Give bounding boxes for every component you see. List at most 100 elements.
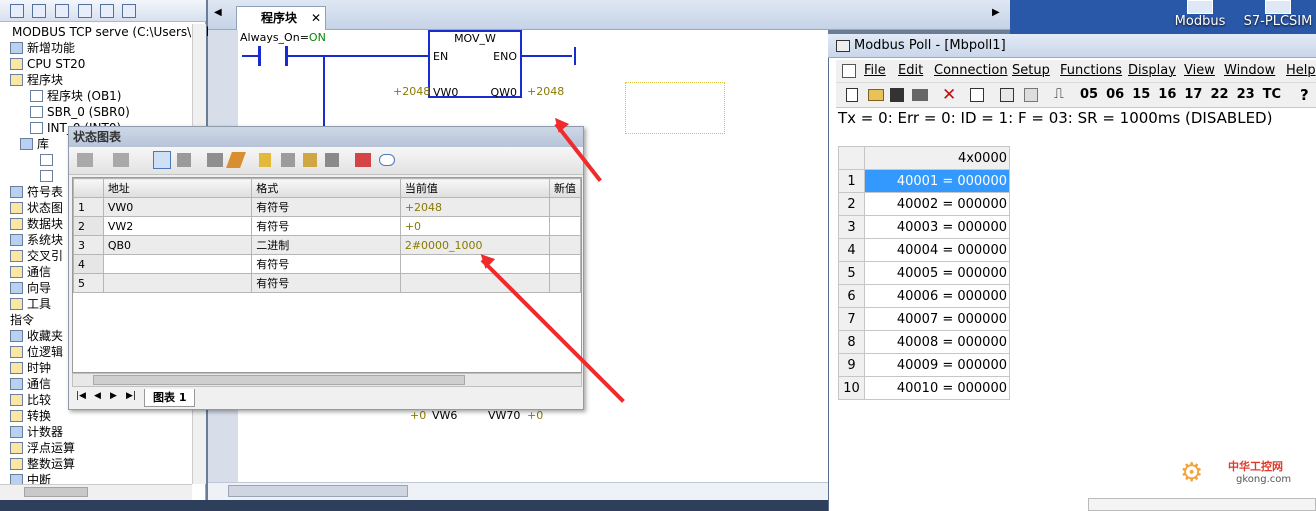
tree-item[interactable]: 通信 <box>10 376 51 392</box>
register-column-header[interactable]: 4x0000 <box>864 146 1010 170</box>
tree-item[interactable]: 程序块 <box>10 72 63 88</box>
register-row[interactable]: 2 40002 = 000000 <box>838 192 1010 216</box>
tree-item[interactable]: CPU ST20 <box>10 56 85 72</box>
tree-item[interactable]: 状态图 <box>10 200 63 216</box>
row-number-cell[interactable]: 4 <box>73 254 104 274</box>
current-value-cell[interactable]: 2#0000_1000 <box>399 235 550 255</box>
tree-horizontal-scrollbar[interactable] <box>0 484 192 500</box>
force-icon[interactable] <box>281 153 295 167</box>
sheet-tab[interactable]: 图表 1 <box>144 389 196 407</box>
monitor-toggle-icon[interactable] <box>153 151 171 169</box>
format-cell[interactable]: 二进制 <box>251 235 401 255</box>
register-value-cell[interactable]: 40008 = 000000 <box>864 330 1010 354</box>
address-cell[interactable] <box>102 254 253 274</box>
tree-item[interactable]: 工具 <box>10 296 51 312</box>
address-cell[interactable] <box>102 273 253 293</box>
tab-scroll-left-icon[interactable]: ◀ <box>214 7 222 18</box>
register-row-number[interactable]: 2 <box>838 192 865 216</box>
row-number-cell[interactable]: 1 <box>73 197 104 217</box>
menu-setup[interactable]: Setup <box>1012 60 1050 82</box>
editor-hscroll-thumb[interactable] <box>228 485 408 497</box>
tree-item[interactable]: 程序块 (OB1) <box>30 88 122 104</box>
register-row-number[interactable]: 8 <box>838 330 865 354</box>
comm-icon[interactable] <box>1000 88 1014 102</box>
row-number-cell[interactable]: 2 <box>73 216 104 236</box>
menu-view[interactable]: View <box>1184 60 1215 82</box>
register-row[interactable]: 3 40003 = 000000 <box>838 215 1010 239</box>
register-row[interactable]: 7 40007 = 000000 <box>838 307 1010 331</box>
register-value-cell[interactable]: 40001 = 000000 <box>864 169 1010 193</box>
disconnect-icon[interactable]: ✕ <box>942 85 956 105</box>
menu-connection[interactable]: Connection <box>934 60 1008 82</box>
row-number-cell[interactable]: 3 <box>73 235 104 255</box>
menu-display[interactable]: Display <box>1128 60 1176 82</box>
function-code-button[interactable]: 05 <box>1080 87 1098 102</box>
tree-item[interactable]: 数据块 <box>10 216 63 232</box>
register-value-cell[interactable]: 40003 = 000000 <box>864 215 1010 239</box>
pencil-icon[interactable] <box>226 152 246 168</box>
address-cell[interactable]: VW2 <box>102 216 253 236</box>
doc-menu-icon[interactable] <box>842 64 856 78</box>
function-code-button[interactable]: 22 <box>1210 87 1228 102</box>
status-chart-row[interactable]: 3 QB0 二进制 2#0000_1000 <box>73 235 582 255</box>
register-row-number[interactable]: 10 <box>838 376 865 400</box>
tab-scroll-right-icon[interactable]: ▶ <box>992 7 1000 18</box>
register-value-cell[interactable]: 40004 = 000000 <box>864 238 1010 262</box>
tree-item[interactable]: SBR_0 (SBR0) <box>30 104 130 120</box>
tree-item[interactable]: 转换 <box>10 408 51 424</box>
current-value-cell[interactable]: +0 <box>399 216 550 236</box>
register-value-cell[interactable]: 40002 = 000000 <box>864 192 1010 216</box>
new-value-cell[interactable] <box>548 235 582 255</box>
tree-item[interactable]: 收藏夹 <box>10 328 63 344</box>
register-row[interactable]: 5 40005 = 000000 <box>838 261 1010 285</box>
register-value-cell[interactable]: 40006 = 000000 <box>864 284 1010 308</box>
new-icon[interactable] <box>846 88 858 102</box>
function-code-button[interactable]: 15 <box>1132 87 1150 102</box>
register-row[interactable]: 6 40006 = 000000 <box>838 284 1010 308</box>
tree-item[interactable]: 交叉引 <box>10 248 63 264</box>
tree-item[interactable]: 系统块 <box>10 232 63 248</box>
register-row-number[interactable]: 6 <box>838 284 865 308</box>
tree-item[interactable] <box>40 152 57 168</box>
tree-item[interactable]: 比较 <box>10 392 51 408</box>
tree-hscroll-thumb[interactable] <box>24 487 88 497</box>
close-icon[interactable]: ✕ <box>311 7 321 29</box>
pause-icon[interactable] <box>177 153 191 167</box>
binoculars-icon[interactable] <box>207 153 223 167</box>
tree-item[interactable] <box>40 168 57 184</box>
register-value-cell[interactable]: 40007 = 000000 <box>864 307 1010 331</box>
register-row[interactable]: 8 40008 = 000000 <box>838 330 1010 354</box>
tree-item[interactable]: 通信 <box>10 264 51 280</box>
open-icon[interactable] <box>868 89 884 101</box>
tree-item[interactable]: 新增功能 <box>10 40 75 56</box>
format-cell[interactable]: 有符号 <box>251 197 401 217</box>
tree-item[interactable]: 时钟 <box>10 360 51 376</box>
window-icon[interactable] <box>970 88 984 102</box>
register-row[interactable]: 1 40001 = 000000 <box>838 169 1010 193</box>
view-icon[interactable] <box>10 4 24 18</box>
register-row[interactable]: 9 40009 = 000000 <box>838 353 1010 377</box>
desktop-icon-modbus[interactable]: Modbus <box>1172 0 1228 29</box>
tree-item[interactable]: 向导 <box>10 280 51 296</box>
status-chart-title[interactable]: 状态图表 <box>69 127 583 147</box>
status-chart-row[interactable]: 4 有符号 <box>73 254 582 274</box>
prev-sheet-icon[interactable]: ◀ <box>94 391 101 401</box>
page-icon[interactable] <box>78 4 92 18</box>
add-row-icon[interactable] <box>77 153 93 167</box>
new-value-cell[interactable] <box>548 254 582 274</box>
format-cell[interactable]: 有符号 <box>251 254 401 274</box>
new-value-cell[interactable] <box>548 273 582 293</box>
monitor-icon[interactable] <box>122 4 136 18</box>
contact-symbol[interactable] <box>258 46 288 66</box>
pulse-icon[interactable]: ⎍ <box>1054 86 1064 102</box>
unforce-icon[interactable] <box>303 153 317 167</box>
lock-icon[interactable] <box>259 153 271 167</box>
function-code-button[interactable]: 06 <box>1106 87 1124 102</box>
function-code-button[interactable]: 16 <box>1158 87 1176 102</box>
tree-item[interactable]: 位逻辑 <box>10 344 63 360</box>
register-value-cell[interactable]: 40009 = 000000 <box>864 353 1010 377</box>
table-icon[interactable] <box>100 4 114 18</box>
printer2-icon[interactable] <box>1024 88 1038 102</box>
delete-row-icon[interactable] <box>113 153 129 167</box>
next-sheet-icon[interactable]: ▶ <box>110 391 117 401</box>
